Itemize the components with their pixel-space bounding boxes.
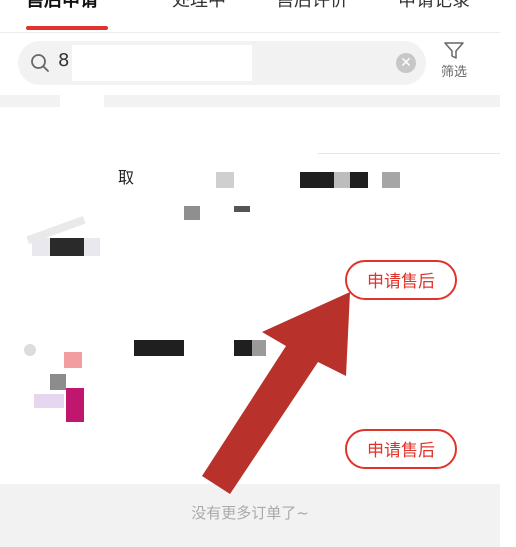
product-thumbnail [22, 340, 102, 422]
redaction-block [134, 340, 184, 356]
tab-bar: 售后申请 处理中 售后评价 申请记录 [0, 0, 500, 33]
apply-after-sale-button[interactable]: 申请售后 [345, 429, 457, 469]
apply-after-sale-button[interactable]: 申请售后 [345, 260, 457, 300]
tab-after-sale-review[interactable]: 售后评价 [276, 0, 348, 12]
redaction-block [72, 45, 252, 81]
redaction-block [184, 206, 200, 220]
redaction-block [60, 95, 104, 123]
no-more-orders-text: 没有更多订单了~ [191, 504, 309, 522]
redaction-block [334, 172, 350, 188]
search-input[interactable]: 8 ✕ [18, 41, 426, 85]
order-item: 申请售后 [0, 320, 500, 480]
order-item: 取 申请售后 [0, 150, 500, 310]
tab-after-sale-apply[interactable]: 售后申请 [26, 0, 98, 12]
tab-processing[interactable]: 处理中 [172, 0, 226, 12]
active-tab-indicator [26, 26, 108, 30]
tab-apply-records[interactable]: 申请记录 [398, 0, 470, 12]
clear-icon[interactable]: ✕ [396, 53, 416, 73]
product-thumbnail [22, 212, 102, 292]
search-icon [31, 54, 49, 72]
redaction-block [252, 340, 266, 356]
redaction-block [382, 172, 400, 188]
redaction-block [216, 172, 234, 188]
search-input-value: 8 [58, 50, 70, 71]
search-row: 8 ✕ 筛选 [0, 33, 500, 95]
filter-button[interactable]: 筛选 [436, 41, 472, 81]
filter-icon [444, 42, 464, 59]
filter-label: 筛选 [440, 65, 467, 80]
order-title: 取 [118, 168, 135, 187]
list-footer: 没有更多订单了~ [0, 484, 500, 547]
redaction-block [234, 206, 250, 212]
redaction-block [234, 340, 252, 356]
